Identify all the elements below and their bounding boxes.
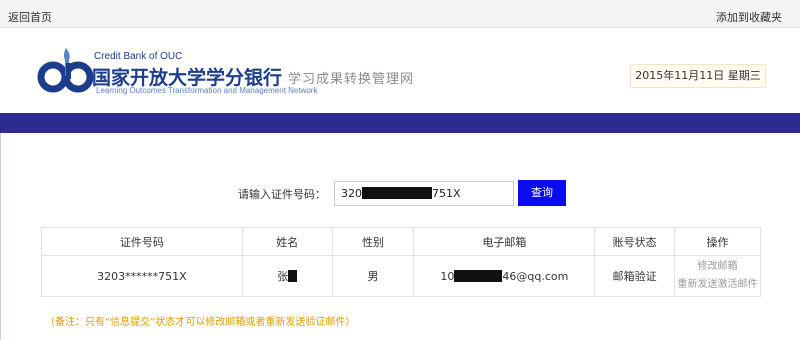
brand-english: Credit Bank of OUC bbox=[94, 51, 183, 62]
email-suffix: 46@qq.com bbox=[502, 269, 569, 283]
cell-actions: 修改邮箱 重新发送激活邮件 bbox=[674, 255, 761, 297]
top-bar: 返回首页 添加到收藏夹 bbox=[0, 0, 800, 28]
cell-email: 10 46@qq.com bbox=[413, 255, 596, 297]
id-number-suffix: 751X bbox=[432, 187, 461, 200]
col-name: 姓名 bbox=[241, 227, 333, 256]
add-favorite-link[interactable]: 添加到收藏夹 bbox=[716, 9, 782, 25]
back-home-link[interactable]: 返回首页 bbox=[8, 9, 52, 25]
col-status: 账号状态 bbox=[594, 227, 676, 256]
cell-gender: 男 bbox=[331, 255, 415, 297]
redaction-bar bbox=[454, 269, 503, 282]
id-number-input[interactable]: 320 751X bbox=[334, 181, 514, 206]
nav-bar bbox=[0, 113, 800, 133]
redaction-bar bbox=[362, 187, 432, 199]
date-display: 2015年11月11日 星期三 bbox=[630, 64, 766, 88]
header: Credit Bank of OUC 国家开放大学学分银行 学习成果转换管理网 … bbox=[0, 28, 800, 113]
search-label: 请输入证件号码： bbox=[238, 188, 326, 201]
brand-subtitle: 学习成果转换管理网 bbox=[288, 72, 415, 87]
cell-status: 邮箱验证 bbox=[594, 255, 676, 297]
cell-id-number: 3203******751X bbox=[41, 255, 243, 297]
resend-activation-link[interactable]: 重新发送激活邮件 bbox=[675, 276, 760, 294]
result-table: 证件号码 姓名 性别 电子邮箱 账号状态 操作 3203******751X 张… bbox=[41, 227, 761, 297]
brand-english-subtitle: Learning Outcomes Transformation and Man… bbox=[96, 86, 318, 95]
cell-name: 张 bbox=[241, 255, 333, 297]
search-button[interactable]: 查询 bbox=[518, 180, 566, 206]
credit-bank-logo-icon bbox=[37, 48, 94, 93]
col-email: 电子邮箱 bbox=[413, 227, 596, 256]
edit-email-link[interactable]: 修改邮箱 bbox=[675, 258, 760, 276]
email-prefix: 10 bbox=[440, 269, 455, 283]
table-header-row: 证件号码 姓名 性别 电子邮箱 账号状态 操作 bbox=[41, 227, 761, 256]
table-row: 3203******751X 张 男 10 46@qq.com 邮箱验证 修改邮箱… bbox=[41, 255, 761, 297]
col-id-number: 证件号码 bbox=[41, 227, 243, 256]
id-number-prefix: 320 bbox=[341, 187, 362, 200]
col-gender: 性别 bbox=[331, 227, 415, 256]
redaction-bar bbox=[288, 270, 298, 282]
col-action: 操作 bbox=[674, 227, 761, 256]
note-text: （备注：只有“信息提交”状态才可以修改邮箱或者重新发送验证邮件） bbox=[45, 317, 356, 328]
name-prefix: 张 bbox=[277, 270, 289, 283]
